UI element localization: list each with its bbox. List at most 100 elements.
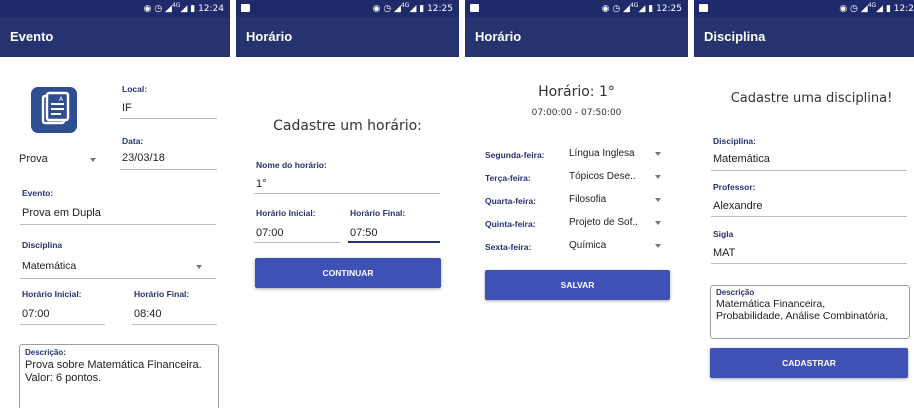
app-bar: Evento (0, 17, 230, 57)
horario-inicial-underline (254, 242, 340, 243)
chevron-down-icon[interactable] (655, 152, 661, 156)
document-icon: A (31, 87, 77, 133)
local-underline (120, 118, 217, 119)
chevron-down-icon[interactable] (90, 158, 96, 162)
status-icons: ◉ ◷ ◢4G◢ ▮ 12:2 (839, 2, 914, 14)
disciplina-label: Disciplina: (713, 136, 756, 146)
data-field[interactable]: 23/03/18 (122, 152, 165, 164)
sigla-underline (711, 263, 907, 264)
page-heading: Horário: 1° (538, 84, 615, 100)
screen-horario-semana: ◉ ◷ ◢4G◢ ▮ 12:25 Horário Horário: 1° 07:… (465, 0, 688, 408)
app-bar: Horário (465, 17, 688, 57)
horario-final-field[interactable]: 08:40 (134, 308, 162, 320)
sigla-field[interactable]: MAT (713, 247, 735, 259)
evento-label: Evento: (22, 188, 54, 198)
data-label: Data: (122, 136, 144, 146)
subject-select[interactable]: Tópicos Dese.. (569, 171, 636, 182)
app-title: Horário (475, 29, 522, 44)
network-type: 4G (171, 2, 181, 9)
sigla-label: Sigla (713, 229, 734, 239)
local-field[interactable]: IF (122, 102, 132, 114)
status-bar: ◉ ◷ ◢4G◢ ▮ 12:24 (0, 0, 230, 17)
horario-inicial-underline (20, 324, 105, 325)
subject-select[interactable]: Língua Inglesa (569, 148, 635, 159)
day-label: Segunda-feira: (485, 150, 545, 160)
screenshot-collage: ◉ ◷ ◢4G◢ ▮ 12:24 Evento A Local: IF Data… (0, 0, 914, 408)
evento-underline (20, 224, 216, 225)
nome-horario-field[interactable]: 1° (256, 178, 267, 190)
disciplina-field[interactable]: Matemática (713, 153, 770, 165)
network-type: 4G (867, 2, 877, 9)
nome-horario-underline (254, 193, 440, 194)
horario-final-underline (132, 324, 217, 325)
descricao-line: Valor: 6 pontos. (25, 372, 102, 384)
disciplina-label: Disciplina (22, 240, 63, 250)
status-bar: ◉ ◷ ◢4G◢ ▮ 12:25 (465, 0, 688, 17)
screen-horario-cadastro: ◉ ◷ ◢4G◢ ▮ 12:25 Horário Cadastre um hor… (236, 0, 459, 408)
chevron-down-icon[interactable] (655, 175, 661, 179)
app-bar: Disciplina (694, 17, 914, 57)
notification-icon (241, 4, 250, 12)
app-bar: Horário (236, 17, 459, 57)
horario-inicial-label: Horário Inicial: (22, 289, 82, 299)
professor-underline (711, 216, 907, 217)
disciplina-select[interactable]: Matemática (22, 260, 76, 272)
descricao-line: Matemática Financeira, (716, 298, 826, 310)
status-icons: ◉ ◷ ◢4G◢ ▮ 12:25 (601, 2, 682, 14)
network-type: 4G (629, 2, 639, 9)
horario-inicial-field[interactable]: 07:00 (22, 308, 50, 320)
app-title: Disciplina (704, 29, 766, 44)
notification-icon (470, 4, 479, 12)
app-title: Evento (10, 29, 54, 44)
chevron-down-icon[interactable] (196, 265, 202, 269)
day-label: Sexta-feira: (485, 242, 532, 252)
descricao-textarea[interactable]: Descrição Matemática Financeira, Probabi… (710, 285, 910, 339)
time-range: 07:00:00 - 07:50:00 (531, 108, 622, 118)
status-time: 12:25 (656, 4, 682, 14)
subject-select[interactable]: Filosofia (569, 194, 606, 205)
status-bar: ◉ ◷ ◢4G◢ ▮ 12:2 (694, 0, 914, 17)
status-bar: ◉ ◷ ◢4G◢ ▮ 12:25 (236, 0, 459, 17)
descricao-text: Matemática Financeira, Probabilidade, An… (716, 298, 908, 322)
disciplina-underline (711, 170, 907, 171)
horario-inicial-field[interactable]: 07:00 (256, 227, 284, 239)
horario-final-field[interactable]: 07:50 (350, 227, 378, 239)
horario-inicial-label: Horário Inicial: (256, 208, 316, 218)
horario-final-underline (348, 241, 440, 243)
day-label: Quinta-feira: (485, 219, 536, 229)
network-type: 4G (400, 2, 410, 9)
descricao-line: Prova sobre Matemática Financeira. (25, 359, 202, 371)
page-heading: Cadastre um horário: (273, 118, 422, 134)
data-underline (120, 169, 217, 170)
horario-final-label: Horário Final: (350, 208, 406, 218)
descricao-text: Prova sobre Matemática Financeira. Valor… (25, 359, 217, 385)
tipo-select[interactable]: Prova (19, 153, 48, 165)
subject-select[interactable]: Projeto de Sof.. (569, 217, 638, 228)
day-label: Terça-feira: (485, 173, 531, 183)
continuar-button[interactable]: CONTINUAR (255, 258, 441, 288)
descricao-textarea[interactable]: Descrição: Prova sobre Matemática Financ… (19, 344, 219, 408)
app-title: Horário (246, 29, 293, 44)
salvar-button[interactable]: SALVAR (485, 270, 670, 300)
chevron-down-icon[interactable] (655, 244, 661, 248)
disciplina-underline (20, 278, 216, 279)
subject-select[interactable]: Química (569, 240, 606, 251)
screen-disciplina: ◉ ◷ ◢4G◢ ▮ 12:2 Disciplina Cadastre uma … (694, 0, 914, 408)
screen-evento: ◉ ◷ ◢4G◢ ▮ 12:24 Evento A Local: IF Data… (0, 0, 230, 408)
status-time: 12:25 (427, 4, 453, 14)
status-icons: ◉ ◷ ◢4G◢ ▮ 12:25 (372, 2, 453, 14)
descricao-line: Probabilidade, Análise Combinatória, (716, 310, 889, 322)
evento-field[interactable]: Prova em Dupla (22, 207, 101, 219)
professor-field[interactable]: Alexandre (713, 200, 763, 212)
page-heading: Cadastre uma disciplina! (730, 91, 893, 106)
day-label: Quarta-feira: (485, 196, 537, 206)
status-icons: ◉ ◷ ◢4G◢ ▮ 12:24 (143, 2, 224, 14)
descricao-label: Descrição (716, 288, 755, 297)
horario-final-label: Horário Final: (134, 289, 190, 299)
status-time: 12:2 (893, 4, 914, 14)
cadastrar-button[interactable]: CADASTRAR (710, 348, 908, 378)
nome-horario-label: Nome do horário: (256, 160, 327, 170)
chevron-down-icon[interactable] (655, 198, 661, 202)
chevron-down-icon[interactable] (655, 221, 661, 225)
local-label: Local: (122, 84, 148, 94)
